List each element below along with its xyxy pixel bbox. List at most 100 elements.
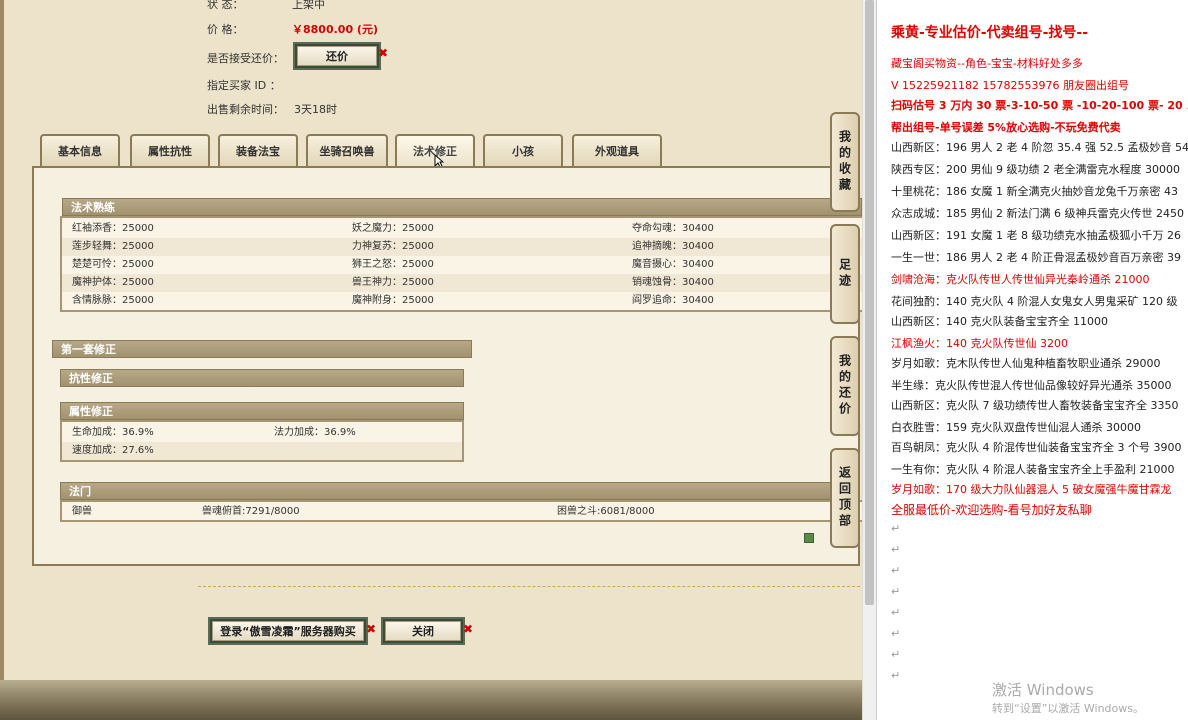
tab-children[interactable]: 小孩 xyxy=(483,134,563,166)
document-line: 山西新区：140 克火队装备宝宝齐全 11000 xyxy=(891,315,1108,328)
save-icon[interactable] xyxy=(804,533,814,543)
time-left-value: 3天18时 xyxy=(294,103,337,116)
side-tab-label: 返回顶部 xyxy=(837,466,852,530)
table-cell: 狮王之怒：25000 xyxy=(352,259,434,270)
price-value: ￥8800.00 (元) xyxy=(292,23,378,36)
status-value: 上架中 xyxy=(292,0,325,11)
document-line: 山西新区：196 男人 2 老 4 阶忽 35.4 强 52.5 孟极妙音 54… xyxy=(891,141,1188,154)
table-cell: 含情脉脉：25000 xyxy=(72,295,154,306)
document-line: V 15225921182 15782553976 朋友圈出组号 xyxy=(891,79,1129,92)
document-line: 花间独酌：140 克火队 4 阶混人女鬼女人男鬼采矿 120 级 xyxy=(891,295,1178,308)
table-cell: 兽魂俯首:7291/8000 xyxy=(202,506,300,517)
side-tab-back-to-top[interactable]: 返回顶部 xyxy=(830,448,860,548)
fa-men-header: 法门 xyxy=(60,482,860,500)
table-row: 红袖添香：25000 妖之魔力：25000 夺命勾魂：30400 xyxy=(62,220,862,238)
document-line: 百鸟朝凤：克火队 4 阶混传世仙装备宝宝齐全 3 个号 3900 xyxy=(891,441,1182,454)
document-line: 十里桃花：186 女魔 1 新全满克火抽妙音龙兔千万亲密 43 xyxy=(891,185,1178,198)
document-line: 扫码估号 3 万内 30 票-3-10-50 票 -10-20-100 票- 2… xyxy=(891,99,1188,112)
paragraph-mark-icon: ↵ xyxy=(891,522,901,535)
table-cell: 困兽之斗:6081/8000 xyxy=(557,506,655,517)
table-cell: 生命加成：36.9% xyxy=(72,427,154,438)
status-label: 状 态： xyxy=(207,0,244,11)
document-line: 山西新区：克火队 7 级功绩传世人畜牧装备宝宝齐全 3350 xyxy=(891,399,1179,412)
login-button-label: 登录“傲雪凌霜”服务器购买 xyxy=(212,621,364,641)
side-tab-favorites[interactable]: 我的收藏 xyxy=(830,112,860,212)
table-row: 生命加成：36.9% 法力加成：36.9% xyxy=(62,424,462,442)
table-cell: 妖之魔力：25000 xyxy=(352,223,434,234)
close-button[interactable]: 关闭 xyxy=(381,617,465,645)
table-cell: 销魂蚀骨：30400 xyxy=(632,277,714,288)
document-line: 江枫渔火：140 克火队传世仙 3200 xyxy=(891,337,1068,350)
resist-correction-header: 抗性修正 xyxy=(60,369,464,387)
document-pane: 乘黄-专业估价-代卖组号-找号-- 藏宝阁买物资--角色-宝宝-材料好处多多 V … xyxy=(876,0,1188,720)
time-left-label: 出售剩余时间： xyxy=(207,103,284,116)
table-cell: 魔神附身：25000 xyxy=(352,295,434,306)
side-tab-label: 我的收藏 xyxy=(837,130,852,194)
bargain-close-icon: ✖ xyxy=(378,46,389,60)
side-tab-footprint[interactable]: 足迹 xyxy=(830,224,860,324)
attr-correction-table: 生命加成：36.9% 法力加成：36.9% 速度加成：27.6% xyxy=(60,420,464,462)
paragraph-mark-icon: ↵ xyxy=(891,606,901,619)
document-line: 一生一世：186 男人 2 老 4 阶正骨混孟极妙音百万亲密 39 xyxy=(891,251,1181,264)
table-row: 楚楚可怜：25000 狮王之怒：25000 魔音摄心：30400 xyxy=(62,256,862,274)
table-cell: 魔音摄心：30400 xyxy=(632,259,714,270)
spell-proficiency-header: 法术熟练 xyxy=(62,198,862,216)
attr-correction-header: 属性修正 xyxy=(60,402,464,420)
table-row: 莲步轻舞：25000 力神复苏：25000 追神摘魄：30400 xyxy=(62,238,862,256)
table-cell: 追神摘魄：30400 xyxy=(632,241,714,252)
table-cell: 红袖添香：25000 xyxy=(72,223,154,234)
tab-mounts-pets[interactable]: 坐骑召唤兽 xyxy=(306,134,388,166)
document-line: 剑啸沧海：克火队传世人传世仙异光秦岭通杀 21000 xyxy=(891,273,1150,286)
scrollbar-thumb[interactable] xyxy=(865,0,874,605)
panel-bottom-border xyxy=(0,680,862,720)
document-line: 藏宝阁买物资--角色-宝宝-材料好处多多 xyxy=(891,57,1083,70)
table-cell: 楚楚可怜：25000 xyxy=(72,259,154,270)
table-cell: 速度加成：27.6% xyxy=(72,445,154,456)
table-cell: 莲步轻舞：25000 xyxy=(72,241,154,252)
bargain-button-label: 还价 xyxy=(297,46,377,66)
side-tab-label: 我的还价 xyxy=(837,354,852,418)
document-title: 乘黄-专业估价-代卖组号-找号-- xyxy=(891,25,1089,41)
document-line: 半生缘：克火队传世混人传世仙品像较好异光通杀 35000 xyxy=(891,379,1172,392)
table-row: 魔神护体：25000 兽王神力：25000 销魂蚀骨：30400 xyxy=(62,274,862,292)
close-x-icon: ✖ xyxy=(463,622,474,636)
table-cell: 力神复苏：25000 xyxy=(352,241,434,252)
side-tab-my-bargains[interactable]: 我的还价 xyxy=(830,336,860,436)
paragraph-mark-icon: ↵ xyxy=(891,627,901,640)
price-label: 价 格： xyxy=(207,23,244,36)
spell-proficiency-table: 红袖添香：25000 妖之魔力：25000 夺命勾魂：30400 莲步轻舞：25… xyxy=(60,216,862,312)
paragraph-mark-icon: ↵ xyxy=(891,669,901,682)
divider xyxy=(198,586,860,587)
correction-set-header: 第一套修正 xyxy=(52,340,472,358)
trade-panel: 状 态： 上架中 价 格： ￥8800.00 (元) 是否接受还价： 还价 ✖ … xyxy=(0,0,862,720)
table-row: 速度加成：27.6% xyxy=(62,442,462,460)
paragraph-mark-icon: ↵ xyxy=(891,648,901,661)
vertical-scrollbar[interactable] xyxy=(862,0,876,720)
tab-basic-info[interactable]: 基本信息 xyxy=(40,134,120,166)
table-cell: 御兽 xyxy=(72,506,92,517)
paragraph-mark-icon: ↵ xyxy=(891,564,901,577)
tab-attributes[interactable]: 属性抗性 xyxy=(130,134,210,166)
table-cell: 法力加成：36.9% xyxy=(274,427,356,438)
document-line: 一生有你：克火队 4 阶混人装备宝宝齐全上手盈利 21000 xyxy=(891,463,1175,476)
document-line: 白衣胜雪：159 克火队双盘传世仙混人通杀 30000 xyxy=(891,421,1141,434)
side-tab-label: 足迹 xyxy=(837,258,852,290)
tab-appearance[interactable]: 外观道具 xyxy=(572,134,662,166)
document-line: 岁月如歌：170 级大力队仙器混人 5 破女魔强牛魔甘霖龙 xyxy=(891,483,1172,496)
document-line: 帮出组号-单号误差 5%放心选购-不玩免费代卖 xyxy=(891,121,1121,134)
tab-content-panel: 法术熟练 红袖添香：25000 妖之魔力：25000 夺命勾魂：30400 莲步… xyxy=(32,166,862,566)
login-close-icon: ✖ xyxy=(366,622,377,636)
document-line: 岁月如歌：克木队传世人仙鬼种植畜牧职业通杀 29000 xyxy=(891,357,1161,370)
table-row: 含情脉脉：25000 魔神附身：25000 阎罗追命：30400 xyxy=(62,292,862,310)
activate-windows-subtitle: 转到“设置”以激活 Windows。 xyxy=(992,702,1144,715)
tab-equipment[interactable]: 装备法宝 xyxy=(218,134,298,166)
close-button-label: 关闭 xyxy=(385,621,461,641)
table-cell: 阎罗追命：30400 xyxy=(632,295,714,306)
table-row: 御兽 兽魂俯首:7291/8000 困兽之斗:6081/8000 xyxy=(62,503,862,521)
bargain-button[interactable]: 还价 xyxy=(293,42,381,70)
table-cell: 兽王神力：25000 xyxy=(352,277,434,288)
buyer-id-label: 指定买家 ID ： xyxy=(207,79,281,92)
login-server-buy-button[interactable]: 登录“傲雪凌霜”服务器购买 xyxy=(208,617,368,645)
bargain-label: 是否接受还价： xyxy=(207,52,284,65)
paragraph-mark-icon: ↵ xyxy=(891,543,901,556)
